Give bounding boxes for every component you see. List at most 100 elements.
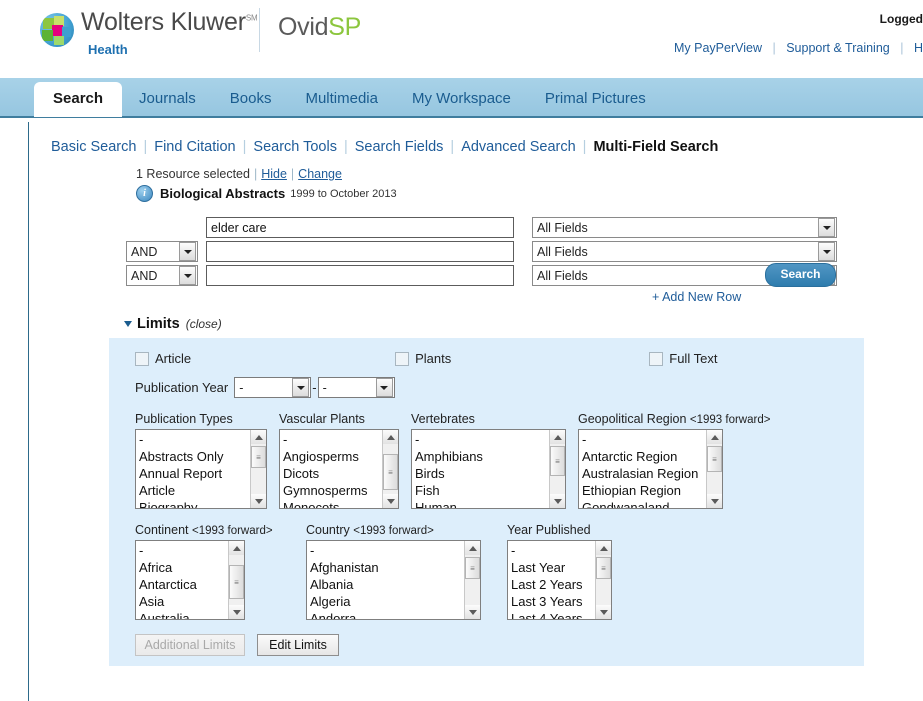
listbox[interactable]: - Amphibians Birds Fish Human Mammals ≡	[411, 429, 566, 509]
tab-search[interactable]: Search	[34, 82, 123, 117]
search-button[interactable]: Search	[765, 263, 836, 287]
tab-journals[interactable]: Journals	[122, 82, 213, 116]
tab-my-workspace[interactable]: My Workspace	[395, 82, 528, 116]
operator-select-2[interactable]: AND	[126, 241, 198, 262]
list-item[interactable]: Last Year	[511, 559, 595, 576]
list-item[interactable]: Antarctica	[139, 576, 228, 593]
scrollbar[interactable]: ≡	[549, 430, 565, 508]
publication-year-to-select[interactable]: -	[317, 377, 395, 398]
scrollbar-thumb[interactable]: ≡	[229, 565, 244, 599]
checkbox-icon[interactable]	[135, 351, 149, 366]
scroll-down-icon[interactable]	[383, 494, 398, 508]
list-item[interactable]: Last 4 Years	[511, 610, 595, 619]
subnav-advanced-search[interactable]: Advanced Search	[461, 139, 575, 155]
checkbox-full-text[interactable]: Full Text	[649, 351, 717, 366]
scrollbar-thumb[interactable]: ≡	[707, 446, 722, 472]
listbox-items[interactable]: - Africa Antarctica Asia Australia Europ…	[136, 541, 228, 619]
list-item[interactable]: Afghanistan	[310, 559, 464, 576]
info-icon[interactable]: i	[136, 185, 153, 202]
listbox-items[interactable]: - Angiosperms Dicots Gymnosperms Monocot…	[280, 430, 382, 508]
scroll-down-icon[interactable]	[465, 605, 480, 619]
list-item[interactable]: -	[415, 431, 549, 448]
resource-hide-link[interactable]: Hide	[261, 167, 287, 181]
tab-multimedia[interactable]: Multimedia	[288, 82, 395, 116]
listbox[interactable]: - Angiosperms Dicots Gymnosperms Monocot…	[279, 429, 399, 509]
subnav-search-fields[interactable]: Search Fields	[355, 139, 444, 155]
chevron-down-icon[interactable]	[179, 266, 196, 285]
list-item[interactable]: Gymnosperms	[283, 482, 382, 499]
list-item[interactable]: Australasian Region	[582, 465, 706, 482]
listbox[interactable]: - Afghanistan Albania Algeria Andorra An…	[306, 540, 481, 620]
search-term-input-1[interactable]	[206, 217, 514, 238]
list-item[interactable]: Asia	[139, 593, 228, 610]
scrollbar[interactable]: ≡	[464, 541, 480, 619]
operator-select-3[interactable]: AND	[126, 265, 198, 286]
nav-my-payperview[interactable]: My PayPerView	[674, 41, 762, 55]
scrollbar-thumb[interactable]: ≡	[383, 454, 398, 490]
scrollbar[interactable]: ≡	[382, 430, 398, 508]
nav-support-training[interactable]: Support & Training	[786, 41, 890, 55]
publication-year-from-select[interactable]: -	[234, 377, 312, 398]
scroll-up-icon[interactable]	[229, 541, 244, 555]
listbox-items[interactable]: - Abstracts Only Annual Report Article B…	[136, 430, 250, 508]
listbox[interactable]: - Abstracts Only Annual Report Article B…	[135, 429, 267, 509]
list-item[interactable]: -	[310, 542, 464, 559]
list-item[interactable]: Australia	[139, 610, 228, 619]
checkbox-icon[interactable]	[649, 351, 664, 366]
scroll-up-icon[interactable]	[251, 430, 266, 444]
chevron-down-icon[interactable]	[818, 242, 835, 261]
scroll-up-icon[interactable]	[383, 430, 398, 444]
list-item[interactable]: Human	[415, 499, 549, 508]
chevron-down-icon[interactable]	[375, 378, 393, 397]
list-item[interactable]: Monocots	[283, 499, 382, 508]
brand-logo[interactable]: Wolters KluwerSM	[40, 10, 258, 47]
resource-change-link[interactable]: Change	[298, 167, 342, 181]
list-item[interactable]: -	[139, 542, 228, 559]
tab-primal-pictures[interactable]: Primal Pictures	[528, 82, 663, 116]
listbox-items[interactable]: - Last Year Last 2 Years Last 3 Years La…	[508, 541, 595, 619]
list-item[interactable]: Birds	[415, 465, 549, 482]
scroll-down-icon[interactable]	[596, 605, 611, 619]
listbox[interactable]: - Last Year Last 2 Years Last 3 Years La…	[507, 540, 612, 620]
list-item[interactable]: Angiosperms	[283, 448, 382, 465]
scroll-up-icon[interactable]	[465, 541, 480, 555]
list-item[interactable]: Fish	[415, 482, 549, 499]
scroll-up-icon[interactable]	[596, 541, 611, 555]
listbox-items[interactable]: - Afghanistan Albania Algeria Andorra An…	[307, 541, 464, 619]
chevron-down-icon[interactable]	[179, 242, 196, 261]
list-item[interactable]: Africa	[139, 559, 228, 576]
limits-close-link[interactable]: (close)	[186, 317, 222, 331]
list-item[interactable]: -	[283, 431, 382, 448]
listbox[interactable]: - Antarctic Region Australasian Region E…	[578, 429, 723, 509]
list-item[interactable]: Albania	[310, 576, 464, 593]
list-item[interactable]: Ethiopian Region	[582, 482, 706, 499]
list-item[interactable]: Gondwanaland	[582, 499, 706, 508]
edit-limits-button[interactable]: Edit Limits	[257, 634, 339, 656]
list-item[interactable]: Last 2 Years	[511, 576, 595, 593]
list-item[interactable]: -	[511, 542, 595, 559]
checkbox-plants[interactable]: Plants	[395, 351, 451, 366]
search-term-input-2[interactable]	[206, 241, 514, 262]
search-term-input-3[interactable]	[206, 265, 514, 286]
listbox-items[interactable]: - Amphibians Birds Fish Human Mammals	[412, 430, 549, 508]
additional-limits-button[interactable]: Additional Limits	[135, 634, 245, 656]
list-item[interactable]: Annual Report	[139, 465, 250, 482]
scroll-down-icon[interactable]	[251, 494, 266, 508]
list-item[interactable]: Last 3 Years	[511, 593, 595, 610]
list-item[interactable]: Andorra	[310, 610, 464, 619]
scrollbar-thumb[interactable]: ≡	[251, 446, 266, 468]
list-item[interactable]: Algeria	[310, 593, 464, 610]
subnav-search-tools[interactable]: Search Tools	[253, 139, 337, 155]
add-new-row-link[interactable]: + Add New Row	[652, 290, 741, 304]
tab-books[interactable]: Books	[213, 82, 289, 116]
field-select-1[interactable]: All Fields	[532, 217, 837, 238]
scroll-down-icon[interactable]	[229, 605, 244, 619]
subnav-multi-field-search[interactable]: Multi-Field Search	[593, 139, 718, 155]
scroll-up-icon[interactable]	[550, 430, 565, 444]
list-item[interactable]: Abstracts Only	[139, 448, 250, 465]
list-item[interactable]: Biography	[139, 499, 250, 508]
chevron-down-icon[interactable]	[818, 218, 835, 237]
scrollbar[interactable]: ≡	[228, 541, 244, 619]
scroll-down-icon[interactable]	[550, 494, 565, 508]
list-item[interactable]: Article	[139, 482, 250, 499]
